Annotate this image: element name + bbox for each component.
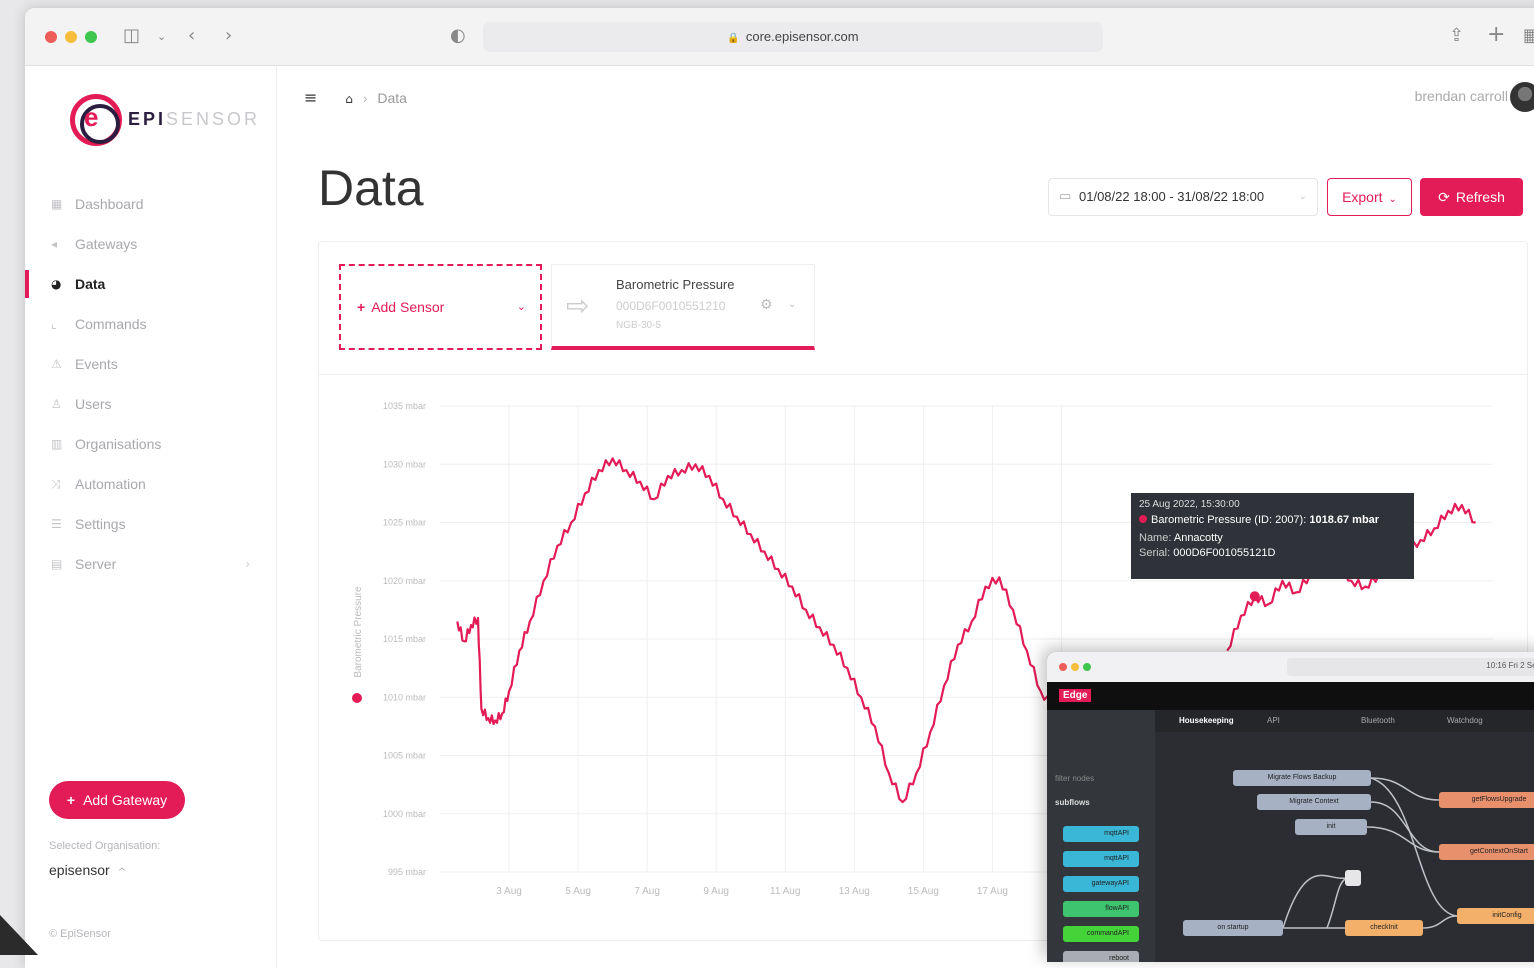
- y-tick-label: 1030 mbar: [383, 459, 426, 469]
- tooltip-serial-value: 000D6F001055121D: [1173, 547, 1276, 559]
- y-tick-label: 1010 mbar: [383, 692, 426, 702]
- tooltip-name-label: Name:: [1139, 532, 1172, 544]
- y-tick-label: 1020 mbar: [383, 576, 426, 586]
- series-line: [456, 457, 1070, 804]
- y-tick-label: 995 mbar: [388, 867, 426, 877]
- x-tick-label: 13 Aug: [839, 886, 870, 897]
- tooltip-series-label: Barometric Pressure (ID: 2007):: [1151, 514, 1307, 526]
- flow-node[interactable]: checkInit: [1345, 920, 1423, 936]
- flow-node[interactable]: on startup: [1183, 920, 1283, 936]
- x-tick-label: 3 Aug: [496, 886, 522, 897]
- x-tick-label: 9 Aug: [703, 886, 729, 897]
- hover-point: [1249, 591, 1260, 602]
- x-tick-label: 5 Aug: [565, 886, 591, 897]
- tooltip-name-value: Annacotty: [1173, 532, 1223, 544]
- flow-node[interactable]: initConfig: [1457, 908, 1534, 924]
- legend-marker: [352, 693, 362, 703]
- y-tick-label: 1005 mbar: [383, 751, 426, 761]
- junction-node[interactable]: [1345, 870, 1361, 886]
- tooltip-serial-row: Serial: 000D6F001055121D: [1139, 547, 1406, 559]
- y-tick-label: 1025 mbar: [383, 518, 426, 528]
- tooltip-name-row: Name: Annacotty: [1139, 532, 1406, 544]
- y-tick-label: 1015 mbar: [383, 634, 426, 644]
- flow-node[interactable]: Migrate Flows Backup: [1233, 770, 1371, 786]
- y-tick-label: 1035 mbar: [383, 401, 426, 411]
- tooltip-series: Barometric Pressure (ID: 2007): 1018.67 …: [1139, 514, 1406, 526]
- flow-wire: [1366, 826, 1440, 853]
- flow-wire: [1370, 801, 1440, 853]
- flow-node[interactable]: getContextOnStart: [1439, 844, 1534, 860]
- flow-node[interactable]: getFlowsUpgrade: [1439, 792, 1534, 808]
- flow-wire: [1370, 777, 1440, 801]
- y-axis-label: Barometric Pressure: [353, 586, 364, 678]
- series-dot-icon: [1139, 515, 1147, 523]
- tooltip-time: 25 Aug 2022, 15:30:00: [1139, 499, 1240, 510]
- x-tick-label: 7 Aug: [634, 886, 660, 897]
- flow-wire: [1422, 915, 1458, 929]
- x-tick-label: 15 Aug: [908, 886, 939, 897]
- chart-tooltip: 25 Aug 2022, 15:30:00 Barometric Pressur…: [1131, 493, 1414, 579]
- flow-wire: [1282, 874, 1348, 929]
- background-corner: [0, 915, 38, 955]
- tooltip-value: 1018.67 mbar: [1309, 514, 1380, 526]
- flow-wire: [1326, 877, 1348, 929]
- x-tick-label: 11 Aug: [770, 886, 800, 897]
- edge-flow-editor-window[interactable]: 10:16 Fri 2 Sep Edge filter nodes subflo…: [1047, 652, 1534, 962]
- tooltip-serial-label: Serial:: [1139, 547, 1171, 559]
- flow-node[interactable]: Migrate Context: [1257, 794, 1371, 810]
- y-tick-label: 1000 mbar: [383, 809, 426, 819]
- x-tick-label: 17 Aug: [977, 886, 1008, 897]
- flow-node[interactable]: init: [1295, 819, 1367, 835]
